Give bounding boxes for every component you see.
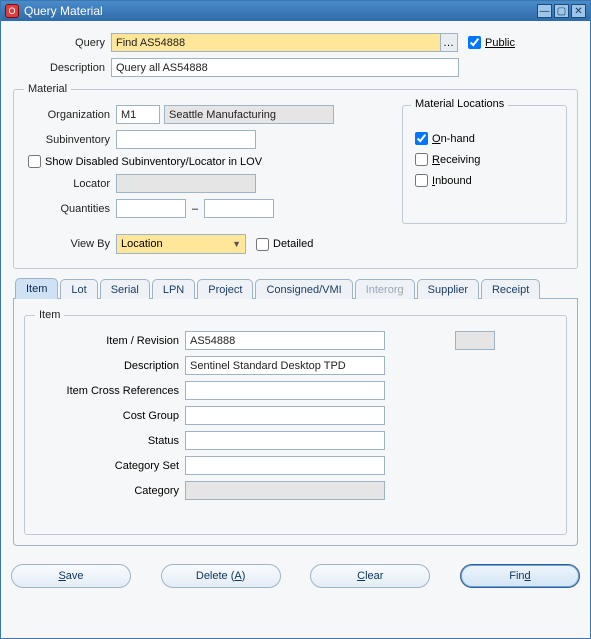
receiving-checkbox[interactable] xyxy=(415,153,428,166)
public-label: Public xyxy=(485,37,515,49)
tab-item[interactable]: Item xyxy=(15,278,58,299)
tab-interorg: Interorg xyxy=(355,279,415,299)
description-label: Description xyxy=(13,62,111,74)
inbound-label: Inbound xyxy=(432,175,472,187)
category-set-input[interactable] xyxy=(185,456,385,475)
material-locations-group: Material Locations On-hand Receiving Inb… xyxy=(402,105,567,224)
material-group: Material Organization Subinventory Show … xyxy=(13,83,578,269)
item-group: Item Item / Revision Description Item Cr… xyxy=(24,309,567,535)
tab-serial[interactable]: Serial xyxy=(100,279,150,299)
quantity-to-input[interactable] xyxy=(204,199,274,218)
subinventory-input[interactable] xyxy=(116,130,256,149)
clear-button[interactable]: Clear xyxy=(310,564,430,588)
item-revision-label: Item / Revision xyxy=(35,335,185,347)
minimize-button[interactable]: — xyxy=(537,4,552,18)
item-legend: Item xyxy=(35,309,64,321)
query-input[interactable] xyxy=(111,33,441,52)
cost-group-input[interactable] xyxy=(185,406,385,425)
public-checkbox[interactable] xyxy=(468,36,481,49)
maximize-button[interactable]: ▢ xyxy=(554,4,569,18)
organization-label: Organization xyxy=(24,109,116,121)
viewby-value: Location xyxy=(121,238,163,250)
close-button[interactable]: ✕ xyxy=(571,4,586,18)
category-input[interactable] xyxy=(185,481,385,500)
locator-input[interactable] xyxy=(116,174,256,193)
query-lov-button[interactable]: … xyxy=(440,33,458,52)
organization-name-display xyxy=(164,105,334,124)
onhand-checkbox[interactable] xyxy=(415,132,428,145)
quantity-dash: – xyxy=(192,203,198,215)
detailed-checkbox[interactable] xyxy=(256,238,269,251)
tab-supplier[interactable]: Supplier xyxy=(417,279,479,299)
cross-ref-label: Item Cross References xyxy=(35,385,185,397)
tab-project[interactable]: Project xyxy=(197,279,253,299)
locator-label: Locator xyxy=(24,178,116,190)
organization-code-input[interactable] xyxy=(116,105,160,124)
viewby-select[interactable]: Location ▼ xyxy=(116,234,246,254)
tab-panel: Item Item / Revision Description Item Cr… xyxy=(13,299,578,546)
show-disabled-label: Show Disabled Subinventory/Locator in LO… xyxy=(45,156,262,168)
oracle-icon: O xyxy=(5,4,19,18)
status-label: Status xyxy=(35,435,185,447)
tab-lot[interactable]: Lot xyxy=(60,279,97,299)
onhand-label: On-hand xyxy=(432,133,475,145)
chevron-down-icon: ▼ xyxy=(232,239,241,249)
subinventory-label: Subinventory xyxy=(24,134,116,146)
query-label: Query xyxy=(13,37,111,49)
item-description-input[interactable] xyxy=(185,356,385,375)
save-button[interactable]: Save xyxy=(11,564,131,588)
tab-lpn[interactable]: LPN xyxy=(152,279,195,299)
item-description-label: Description xyxy=(35,360,185,372)
show-disabled-checkbox[interactable] xyxy=(28,155,41,168)
action-button-row: Save Delete (A) Clear Find xyxy=(1,554,590,600)
category-label: Category xyxy=(35,485,185,497)
viewby-label: View By xyxy=(24,238,116,250)
query-material-window: O Query Material — ▢ ✕ Query … Public De… xyxy=(0,0,591,639)
quantities-label: Quantities xyxy=(24,203,116,215)
material-locations-title: Material Locations xyxy=(411,98,508,110)
window-title: Query Material xyxy=(24,4,537,18)
ellipsis-icon: … xyxy=(443,37,455,49)
material-legend: Material xyxy=(24,83,71,95)
tab-consigned-vmi[interactable]: Consigned/VMI xyxy=(255,279,352,299)
category-set-label: Category Set xyxy=(35,460,185,472)
status-input[interactable] xyxy=(185,431,385,450)
cross-ref-input[interactable] xyxy=(185,381,385,400)
titlebar[interactable]: O Query Material — ▢ ✕ xyxy=(1,1,590,21)
tab-receipt[interactable]: Receipt xyxy=(481,279,540,299)
revision-input[interactable] xyxy=(455,331,495,350)
find-button[interactable]: Find xyxy=(460,564,580,588)
delete-button[interactable]: Delete (A) xyxy=(161,564,281,588)
detailed-label: Detailed xyxy=(273,238,313,250)
tab-bar: Item Lot Serial LPN Project Consigned/VM… xyxy=(13,277,578,299)
receiving-label: Receiving xyxy=(432,154,480,166)
inbound-checkbox[interactable] xyxy=(415,174,428,187)
item-input[interactable] xyxy=(185,331,385,350)
description-input[interactable] xyxy=(111,58,459,77)
quantity-from-input[interactable] xyxy=(116,199,186,218)
cost-group-label: Cost Group xyxy=(35,410,185,422)
